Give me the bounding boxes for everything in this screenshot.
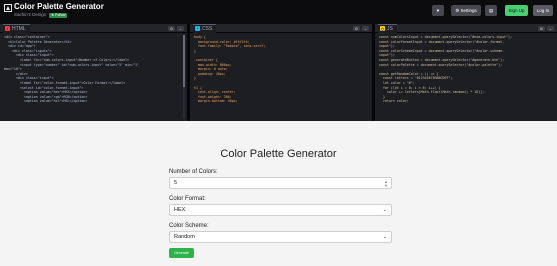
html-pane-header: / HTML ⚙ ⌄ [0,24,187,33]
chevron-down-icon[interactable]: ⌄ [177,26,184,31]
settings-icon[interactable]: ⚙ [353,26,360,31]
color-format-select[interactable]: HEX ⌄ [169,204,392,216]
js-tab[interactable]: () JS [378,24,397,33]
js-tab-label: JS [387,25,393,32]
generate-button[interactable]: Generate [169,248,194,258]
num-colors-input[interactable]: 5 ▲ ▼ [169,177,392,189]
author-line: Sachin's Design ★ Follow [14,12,104,18]
chevron-down-icon[interactable]: ⌄ [547,26,554,31]
color-scheme-select[interactable]: Random ⌄ [169,231,392,243]
sign-up-button[interactable]: Sign Up [505,5,528,16]
color-scheme-label: Color Scheme: [169,223,209,229]
css-pane-tools: ⚙ ⌄ [353,26,369,31]
html-tab-label: HTML [12,25,26,32]
css-icon: * [195,26,200,31]
log-in-button[interactable]: Log In [533,5,553,16]
js-pane-header: () JS ⚙ ⌄ [375,24,557,33]
heart-button[interactable]: ♥ [432,5,444,16]
css-editor-pane[interactable]: * CSS ⚙ ⌄ body { background-color: #f4f4… [190,24,372,121]
color-format-value: HEX [174,207,186,213]
js-code[interactable]: const numColorsInput = document.querySel… [375,33,557,104]
js-pane-tools: ⚙ ⌄ [538,26,554,31]
html-code[interactable]: <div class="container"> <h1>Color Palett… [0,33,187,104]
chevron-down-icon: ⌄ [382,207,387,213]
title-block: Color Palette Generator Sachin's Design … [14,2,104,18]
result-preview: Color Palette Generator Number of Colors… [0,121,557,266]
editor-area: / HTML ⚙ ⌄ <div class="container"> <h1>C… [0,24,557,121]
pen-title[interactable]: Color Palette Generator [14,2,104,11]
html-pane-tools: ⚙ ⌄ [168,26,184,31]
css-tab-label: CSS [202,25,213,32]
chevron-down-icon[interactable]: ⌄ [362,26,369,31]
html-scrollbar-thumb[interactable] [183,35,185,87]
follow-badge[interactable]: ★ Follow [49,12,68,18]
settings-icon[interactable]: ⚙ [538,26,545,31]
chevron-down-icon: ⌄ [382,234,387,240]
change-view-button[interactable]: ▤ [485,5,497,16]
top-bar: Color Palette Generator Sachin's Design … [0,0,557,24]
color-format-label: Color Format: [169,196,206,202]
number-spinner-icon[interactable]: ▲ ▼ [384,180,388,188]
css-code[interactable]: body { background-color: #f4f4f4; font-f… [190,33,372,104]
preview-title: Color Palette Generator [220,148,337,160]
color-scheme-value: Random [174,234,195,240]
css-tab[interactable]: * CSS [193,24,217,33]
html-icon: / [5,26,10,31]
html-editor-pane[interactable]: / HTML ⚙ ⌄ <div class="container"> <h1>C… [0,24,187,121]
settings-button[interactable]: ⚙ Settings [451,5,481,16]
html-tab[interactable]: / HTML [3,24,30,33]
num-colors-label: Number of Colors: [169,169,218,175]
js-editor-pane[interactable]: () JS ⚙ ⌄ const numColorsInput = documen… [375,24,557,121]
js-icon: () [380,26,385,31]
author-name[interactable]: Sachin's Design [14,12,46,18]
codepen-logo-icon[interactable] [4,4,12,12]
code-line: margin-bottom: 40px; [194,99,238,104]
css-pane-header: * CSS ⚙ ⌄ [190,24,372,33]
code-line: <option value="hsl">HSL</option> [4,99,88,104]
code-line: return color; [379,99,409,104]
num-colors-value: 5 [174,180,178,186]
settings-icon[interactable]: ⚙ [168,26,175,31]
